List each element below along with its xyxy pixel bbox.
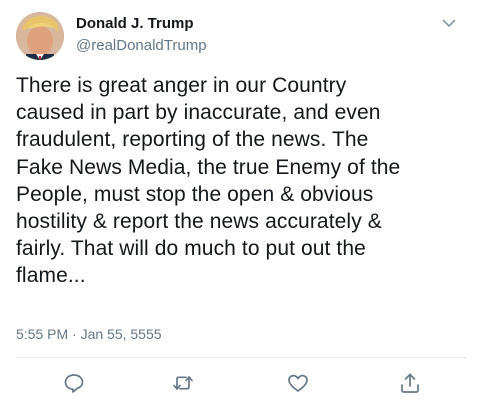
timestamp[interactable]: 5:55 PM · Jan 55, 5555 <box>16 326 162 342</box>
tweet-text: There is great anger in our Country caus… <box>16 74 401 288</box>
retweet-icon <box>173 376 193 390</box>
retweet-button[interactable] <box>171 371 195 395</box>
display-name[interactable]: Donald J. Trump <box>76 15 194 32</box>
user-handle[interactable]: @realDonaldTrump <box>76 37 207 54</box>
avatar[interactable] <box>16 12 64 60</box>
share-button[interactable] <box>398 371 422 395</box>
reply-button[interactable] <box>62 371 86 395</box>
avatar-image <box>16 12 64 60</box>
comment-icon <box>64 374 84 393</box>
action-bar <box>0 371 480 399</box>
share-icon <box>401 373 419 393</box>
chevron-down-icon[interactable] <box>440 14 458 32</box>
like-button[interactable] <box>286 371 310 395</box>
heart-icon <box>288 374 308 392</box>
divider <box>16 357 466 358</box>
tweet-card: Donald J. Trump @realDonaldTrump There i… <box>0 0 480 410</box>
